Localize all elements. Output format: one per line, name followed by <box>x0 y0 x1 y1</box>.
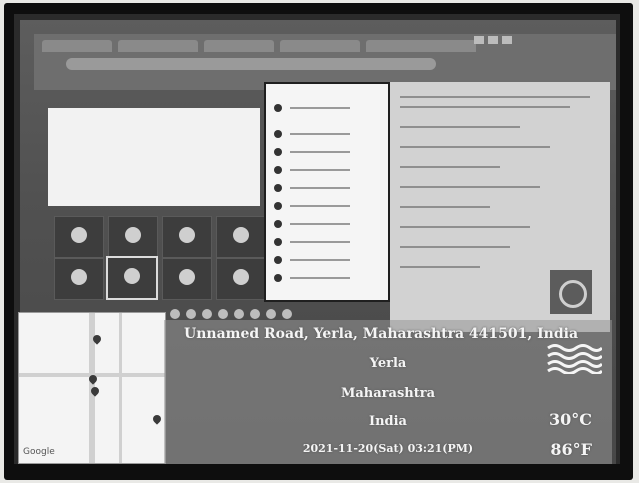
city-text: Yerla <box>369 356 407 371</box>
browser-tab[interactable] <box>118 40 198 52</box>
maximize-icon[interactable] <box>488 36 498 44</box>
app-tile[interactable] <box>54 216 104 258</box>
state-text: Maharashtra <box>340 386 435 401</box>
address-text: Unnamed Road, Yerla, Maharashtra 441501,… <box>184 326 579 342</box>
address-bar[interactable] <box>66 58 436 70</box>
close-icon[interactable] <box>502 36 512 44</box>
map-logo: Google <box>23 447 55 457</box>
temperature-fahrenheit: 86°F <box>550 440 592 459</box>
app-tile[interactable] <box>216 216 266 258</box>
country-text: India <box>369 414 407 429</box>
location-stamp-overlay: Unnamed Road, Yerla, Maharashtra 441501,… <box>164 320 612 464</box>
minimize-icon[interactable] <box>474 36 484 44</box>
map-inset: Google <box>18 312 166 464</box>
taskbar-icon[interactable] <box>218 309 228 319</box>
temperature-celsius: 30°C <box>549 410 592 429</box>
app-tile[interactable] <box>162 216 212 258</box>
map-road <box>119 313 122 463</box>
app-tile-selected[interactable] <box>106 256 158 300</box>
blank-window-panel <box>48 108 260 206</box>
app-tile[interactable] <box>108 216 158 258</box>
browser-tab[interactable] <box>280 40 360 52</box>
taskbar-icon[interactable] <box>170 309 180 319</box>
taskbar-icon[interactable] <box>186 309 196 319</box>
taskbar <box>170 304 590 319</box>
taskbar-icon[interactable] <box>266 309 276 319</box>
taskbar-icon[interactable] <box>282 309 292 319</box>
browser-tab[interactable] <box>204 40 274 52</box>
taskbar-icon[interactable] <box>234 309 244 319</box>
phone-mirror-panel <box>264 82 390 302</box>
datetime-text: 2021-11-20(Sat) 03:21(PM) <box>302 442 474 455</box>
map-pin-icon <box>151 413 163 425</box>
app-tile[interactable] <box>216 258 266 300</box>
taskbar-icon[interactable] <box>202 309 212 319</box>
taskbar-icon[interactable] <box>250 309 260 319</box>
browser-tab[interactable] <box>42 40 112 52</box>
app-tile[interactable] <box>54 258 104 300</box>
app-tile[interactable] <box>162 258 212 300</box>
browser-tab[interactable] <box>366 40 476 52</box>
haze-icon <box>547 344 602 374</box>
